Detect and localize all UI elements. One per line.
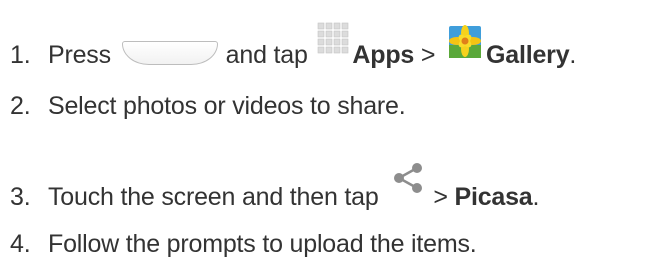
step-1: 1. Press and tap Apps > Gallery. — [10, 22, 577, 71]
step-text: Press — [48, 41, 111, 69]
apps-label: Apps — [352, 41, 415, 69]
step-number: 2. — [10, 92, 31, 120]
step-3: 3. Touch the screen and then tap > Picasa… — [10, 163, 540, 213]
step-text: Select photos or videos to share. — [48, 92, 406, 120]
gallery-label: Gallery — [486, 41, 570, 69]
apps-grid-icon — [316, 21, 350, 55]
step-number: 1. — [10, 41, 31, 69]
step-number: 4. — [10, 230, 31, 258]
instruction-steps: 1. Press and tap Apps > Gallery. 2. Sele… — [0, 0, 669, 264]
gallery-icon — [448, 25, 482, 59]
separator: > — [433, 183, 448, 211]
step-text: Follow the prompts to upload the items. — [48, 230, 477, 258]
picasa-label: Picasa — [454, 183, 533, 211]
step-4: 4. Follow the prompts to upload the items… — [10, 228, 477, 260]
home-key-icon — [121, 41, 218, 65]
share-icon — [391, 161, 425, 195]
step-end: . — [569, 41, 577, 69]
separator: > — [420, 41, 436, 69]
step-number: 3. — [10, 183, 31, 211]
step-end: . — [532, 183, 540, 211]
step-text: Touch the screen and then tap — [48, 183, 379, 211]
step-2: 2. Select photos or videos to share. — [10, 90, 406, 122]
step-text: and tap — [225, 41, 308, 69]
